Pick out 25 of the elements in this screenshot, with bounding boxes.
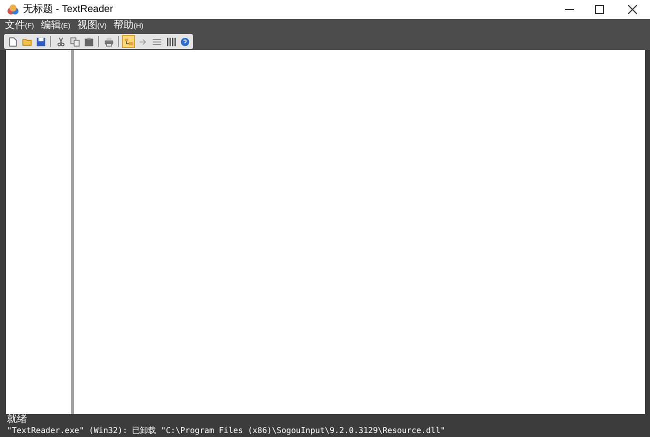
close-icon [628, 5, 636, 14]
toolbar-button[interactable] [178, 35, 191, 48]
toolbar-button[interactable] [68, 35, 81, 48]
arrow-icon [138, 36, 148, 46]
window-title: 无标题 - TextReader [23, 2, 114, 17]
toolbar-button[interactable] [102, 35, 115, 48]
clipboard-icon [84, 36, 94, 46]
minimize-icon [564, 9, 574, 10]
app-logo-icon [7, 4, 19, 16]
list-icon [152, 36, 162, 46]
folder-icon [22, 36, 32, 46]
scissors-icon [56, 36, 66, 46]
toolbar-button[interactable] [34, 35, 47, 48]
printer-icon [104, 36, 114, 46]
document-icon [8, 36, 18, 46]
help-icon [180, 36, 190, 46]
copy-icon [70, 36, 80, 46]
status-text: 就绪 [7, 415, 27, 425]
output-text: "TextReader.exe" (Win32): 已卸载 "C:\Program Files (x86)\SogouInput\9.2.0.3129\Resource.dll" [7, 426, 446, 436]
tree-view-icon [124, 36, 134, 46]
columns-icon [166, 36, 176, 46]
toolbar-button[interactable] [82, 35, 95, 48]
maximize-icon [594, 5, 604, 14]
toolbar-button[interactable] [122, 35, 135, 48]
toolbar-button[interactable] [164, 35, 177, 48]
